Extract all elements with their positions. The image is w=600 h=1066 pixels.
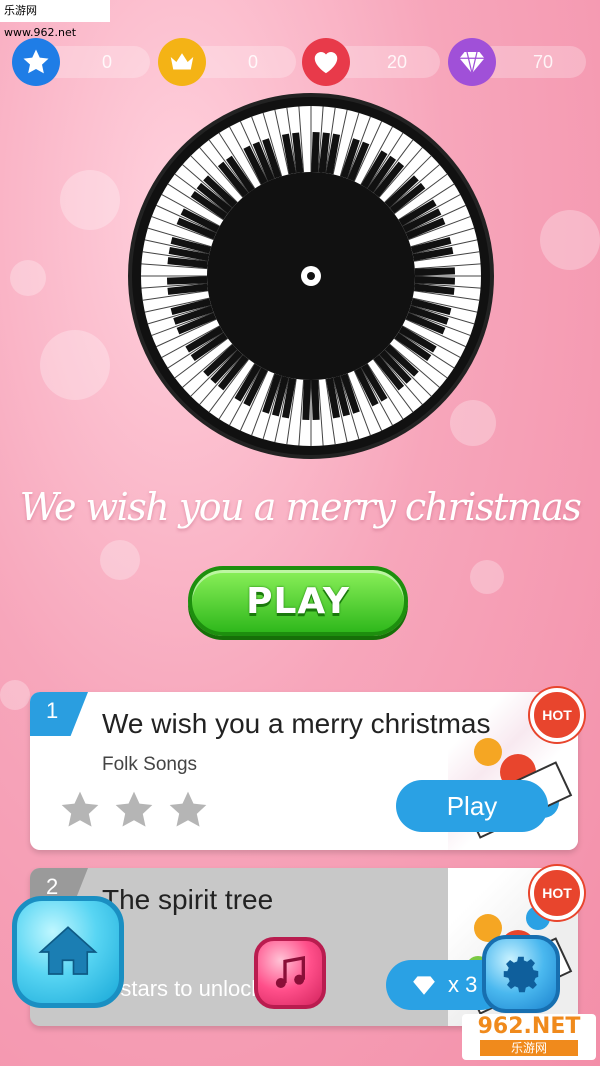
stats-bar: 0 0 20 70 (12, 36, 592, 88)
piano-keys-ring (141, 106, 481, 446)
star-icon (115, 791, 153, 827)
bokeh (40, 330, 110, 400)
stat-diamonds: 70 (448, 36, 588, 88)
watermark-top: 乐游网 www.962.net (0, 0, 110, 39)
song-number: 1 (30, 692, 88, 736)
stat-hearts: 20 (302, 36, 442, 88)
play-button-label: PLAY (246, 580, 350, 622)
play-button[interactable]: PLAY (188, 566, 408, 636)
gear-icon (503, 956, 539, 993)
black-key (167, 257, 208, 269)
star-icon (61, 791, 99, 827)
diamond-icon (448, 38, 496, 86)
settings-button[interactable] (482, 935, 560, 1013)
bokeh (10, 260, 46, 296)
black-key (311, 131, 320, 173)
now-playing-title: We wish you a merry christmas (19, 485, 582, 529)
black-key (414, 283, 455, 295)
unlock-cost: x 3 (448, 972, 478, 997)
unlock-hint: e stars to unlock (102, 976, 263, 1001)
diamond-icon (413, 976, 435, 995)
watermark-logo: 962.NET (477, 1014, 581, 1039)
piano-disc (128, 93, 494, 459)
bokeh (100, 540, 140, 580)
star-icon (12, 38, 60, 86)
bokeh (470, 560, 504, 594)
song-play-button[interactable]: Play (396, 780, 548, 832)
song-stars (58, 788, 210, 832)
bokeh (0, 680, 30, 710)
black-key (414, 267, 456, 276)
home-button[interactable] (12, 896, 124, 1008)
bokeh (60, 170, 120, 230)
crown-icon (158, 38, 206, 86)
bokeh (540, 210, 600, 270)
song-title: The spirit tree (102, 884, 274, 915)
song-title: We wish you a merry christmas (102, 708, 491, 739)
song-genre: Folk Songs (102, 754, 198, 775)
disc-spindle (307, 272, 315, 280)
watermark-bottom: 962.NET 乐游网 (462, 1014, 596, 1060)
hot-badge: HOT (530, 688, 584, 742)
heart-icon (302, 38, 350, 86)
black-key (292, 132, 304, 173)
black-key (414, 276, 456, 285)
black-key (302, 379, 311, 421)
music-note-icon (275, 956, 305, 988)
hot-badge: HOT (530, 866, 584, 920)
black-key (318, 132, 330, 173)
music-button[interactable] (254, 937, 326, 1009)
song-card[interactable]: 1 We wish you a merry christmas Folk Son… (30, 692, 578, 850)
stat-crowns: 0 (158, 36, 298, 88)
stat-stars: 0 (12, 36, 152, 88)
black-key (311, 379, 320, 421)
star-icon (169, 791, 207, 827)
watermark-sub: 乐游网 (480, 1040, 578, 1056)
black-key (166, 276, 208, 285)
home-icon (38, 926, 98, 975)
black-key (167, 283, 208, 295)
